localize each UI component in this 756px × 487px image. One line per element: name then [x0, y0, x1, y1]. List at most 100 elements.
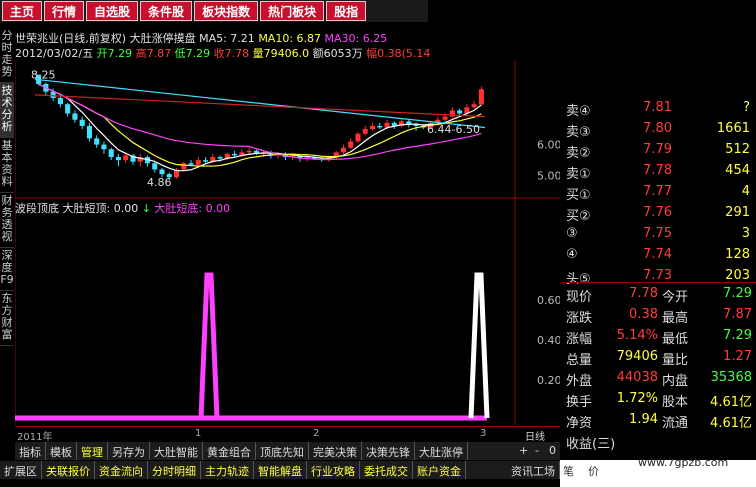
quote-value: 7.78 [629, 286, 658, 301]
tab-template[interactable]: 模板 [46, 442, 77, 460]
bar-open: 开7.29 [96, 47, 133, 60]
quote-label: 净资 [566, 416, 593, 431]
tab-save-as[interactable]: 另存为 [108, 442, 150, 460]
max-price-label: 8.25 [31, 69, 56, 82]
orderbook-row[interactable]: 卖④ 7.81? [562, 100, 756, 120]
tab-indicator[interactable]: 指标 [15, 442, 46, 460]
nav-intraday[interactable]: 分时走势 [0, 28, 14, 83]
quote-value: 4.61亿 [710, 395, 752, 410]
orderbook-level-label: 卖① [566, 167, 591, 182]
quote-value: 44038 [616, 370, 658, 385]
orderbook-row[interactable]: 卖③ 7.80 1661 [562, 121, 756, 141]
orderbook-price: 7.78 [643, 163, 672, 178]
quote-label: 最低 [662, 332, 689, 347]
candle-body [79, 119, 85, 126]
tab-account[interactable]: 账户资金 [413, 461, 466, 479]
quote-value: 35368 [710, 370, 752, 385]
tab-smart-analysis[interactable]: 智能解盘 [254, 461, 307, 479]
toolbar-home-button[interactable]: 主页 [2, 1, 43, 21]
quote-row: 总量 79406 量比 1.27 [562, 349, 756, 369]
tab-related-quote[interactable]: 关联报价 [42, 461, 95, 479]
toolbar-hot-sector-button[interactable]: 热门板块 [260, 1, 325, 21]
orderbook-price: 7.79 [643, 142, 672, 157]
tab-decision-pioneer[interactable]: 决策先锋 [362, 442, 415, 460]
toolbar-market-button[interactable]: 行情 [44, 1, 85, 21]
candle-body [115, 157, 122, 161]
tab-fund-flow[interactable]: 资金流向 [95, 461, 148, 479]
candle-body [195, 160, 201, 165]
date-label-1: 1 [195, 428, 202, 439]
ma5-line [38, 83, 482, 172]
date-label-3: 3 [480, 428, 487, 439]
tab-top-bottom[interactable]: 顶底先知 [256, 442, 309, 460]
quote-value: 79406 [616, 349, 658, 364]
tab-manage[interactable]: 管理 [77, 442, 108, 460]
indicator-header: 波段顶底 大肚短顶: 0.00 ↓ 大肚短底: 0.00 [15, 200, 275, 216]
quote-label: 外盘 [566, 374, 593, 389]
extension-tab-bar: 扩展区 关联报价 资金流向 分时明细 主力轨迹 智能解盘 行业攻略 委托成交 账… [0, 461, 560, 479]
orderbook-row[interactable]: 卖① 7.78 454 [562, 163, 756, 183]
min-price-label: 4.86 [147, 176, 172, 189]
orderbook-level-label: 买① [566, 188, 591, 203]
period-label[interactable]: 日线 [525, 428, 545, 443]
tab-tick-detail[interactable]: 分时明细 [148, 461, 201, 479]
date-label-2: 2 [313, 428, 320, 439]
nav-technical[interactable]: 技术分析 [0, 83, 14, 138]
tab-info-workshop[interactable]: 资讯工场 [507, 461, 560, 479]
candle-body [65, 104, 71, 114]
zoom-in-button[interactable]: + [519, 444, 528, 457]
orderbook-row[interactable]: ④ 7.74 128 [562, 247, 756, 267]
nav-depth-f9[interactable]: 深度F9 [0, 248, 14, 291]
toolbar-watchlist-button[interactable]: 自选股 [86, 1, 139, 21]
toolbar-sector-index-button[interactable]: 板块指数 [194, 1, 259, 21]
quote-label: 换手 [566, 395, 593, 410]
order-book-divider [562, 282, 756, 283]
indicator-name: 大肚涨停摸盘 [129, 32, 196, 45]
candle-body [203, 160, 209, 162]
nav-basic-info[interactable]: 基本资料 [0, 138, 14, 193]
nav-finance[interactable]: 财务透视 [0, 193, 14, 248]
tab-trades[interactable]: 笔 [563, 463, 574, 479]
kline-chart[interactable]: 6.00 5.00 8.25 4.86 6.44-6.50 0.60 0.40 0.20 [15, 60, 560, 425]
tab-prices[interactable]: 价 [588, 463, 599, 479]
orderbook-row[interactable]: 买① 7.77 4 [562, 184, 756, 204]
indicator-title: 波段顶底 [15, 202, 59, 215]
tab-perfect-decision[interactable]: 完美决策 [309, 442, 362, 460]
tab-main-force[interactable]: 主力轨迹 [201, 461, 254, 479]
ma30-label: MA30: 6.25 [324, 32, 388, 45]
orderbook-row[interactable]: ③ 7.75 3 [562, 226, 756, 246]
zoom-reset-button[interactable]: 0 [549, 444, 556, 457]
candle-body [181, 163, 187, 170]
candle-body [123, 155, 129, 161]
zoom-out-button[interactable]: - [535, 444, 539, 457]
toolbar-condition-button[interactable]: 条件股 [140, 1, 193, 21]
orderbook-price: 7.75 [643, 226, 672, 241]
orderbook-level-label: 头⑤ [566, 272, 591, 287]
range-label: 6.44-6.50 [427, 123, 480, 136]
nav-eastmoney[interactable]: 东方财富 [0, 291, 14, 346]
orderbook-price: 7.81 [643, 100, 672, 115]
bottom-signal-spike [198, 272, 220, 419]
tab-gold-combo[interactable]: 黄金组合 [203, 442, 256, 460]
bar-volume: 量79406.0 [252, 47, 310, 60]
bar-amount: 额6053万 [312, 47, 363, 60]
orderbook-row[interactable]: 头⑤ 7.73 203 [562, 268, 756, 288]
tab-dadu-limit-up[interactable]: 大肚涨停 [415, 442, 468, 460]
orderbook-volume: 128 [725, 247, 750, 262]
orderbook-price: 7.80 [643, 121, 672, 136]
tab-entrust[interactable]: 委托成交 [360, 461, 413, 479]
candle-body [377, 125, 383, 128]
candle-body [246, 150, 252, 153]
orderbook-level-label: 卖③ [566, 125, 591, 140]
toolbar-index-button[interactable]: 股指 [326, 1, 367, 21]
candle-body [457, 110, 463, 114]
tab-dadu-smart[interactable]: 大肚智能 [150, 442, 203, 460]
top-signal-spike [468, 272, 490, 419]
orderbook-row[interactable]: 卖② 7.79 512 [562, 142, 756, 162]
tab-industry[interactable]: 行业攻略 [307, 461, 360, 479]
quote-label: 现价 [566, 290, 593, 305]
candle-body [442, 116, 448, 120]
orderbook-row[interactable]: 买② 7.76 291 [562, 205, 756, 225]
quote-row: 外盘 44038 内盘 35368 [562, 370, 756, 390]
tab-extension[interactable]: 扩展区 [0, 461, 42, 479]
